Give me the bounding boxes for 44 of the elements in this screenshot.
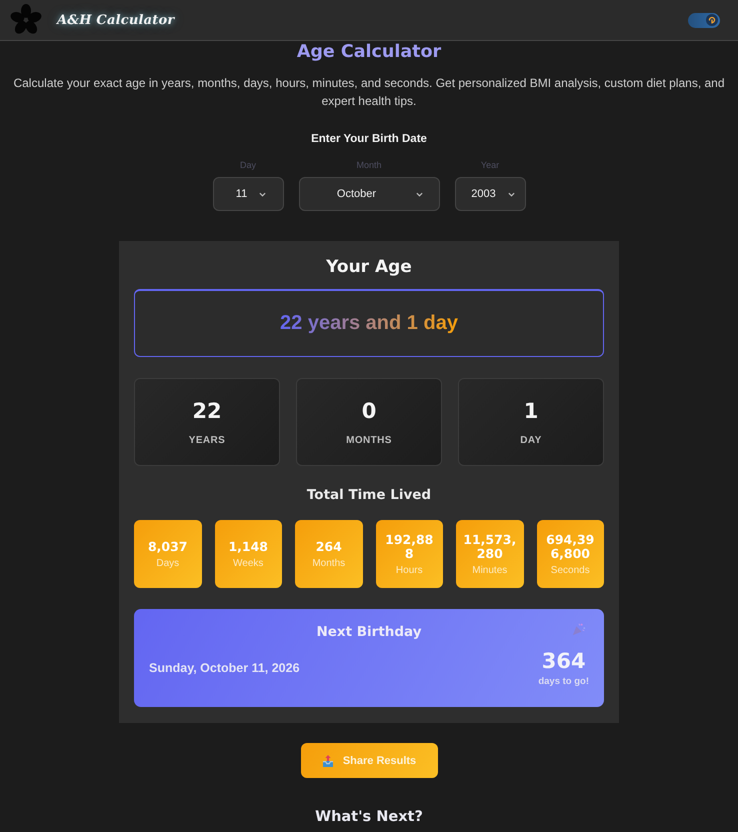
date-select[interactable]: October: [298, 177, 440, 211]
date-select[interactable]: 11: [212, 177, 284, 211]
time-stat-label: Minutes: [472, 564, 508, 576]
flower-icon: [10, 4, 42, 36]
whats-next-heading: What's Next?: [315, 808, 423, 827]
next-birthday-date: Sunday, October 11, 2026: [149, 660, 300, 674]
birth-date-heading: Enter Your Birth Date: [311, 132, 427, 147]
results-title: Your Age: [325, 256, 413, 279]
time-stat-label: Days: [156, 558, 180, 568]
date-select[interactable]: 2003: [454, 177, 526, 211]
time-stat-value: 192,888: [384, 532, 434, 560]
next-birthday-title: Next Birthday: [316, 623, 422, 642]
chevron-icon: [508, 192, 515, 196]
party-popper-icon: [572, 622, 586, 636]
outbox-tray-icon: [322, 754, 334, 766]
age-unit-value: 22: [192, 398, 222, 422]
chevron-icon: [259, 192, 266, 196]
time-stat-value: 8,037: [148, 540, 188, 554]
time-stat-label: Months: [312, 558, 346, 568]
field-label: Year: [480, 159, 500, 171]
field-label: Day: [240, 159, 256, 171]
days-remaining-caption: days to go!: [538, 676, 589, 687]
time-stat-label: Weeks: [233, 558, 264, 568]
theme-toggle[interactable]: [688, 12, 720, 28]
age-unit-label: MONTHS: [346, 434, 392, 446]
age-unit-value: 0: [362, 398, 376, 422]
field-label: Month: [356, 159, 382, 171]
page-title: Age Calculator: [296, 41, 442, 63]
toggle-knob: [706, 14, 718, 26]
time-stat-value: 11,573,280: [462, 532, 518, 560]
days-remaining-value: 364: [542, 648, 586, 674]
time-stat-value: 1,148: [228, 540, 268, 554]
total-time-heading: Total Time Lived: [306, 486, 432, 505]
time-stat-label: Hours: [396, 564, 423, 576]
age-unit-label: YEARS: [188, 434, 226, 446]
time-stat-value: 694,396,800: [545, 532, 596, 560]
age-unit-label: DAY: [520, 434, 542, 446]
time-stat-label: Seconds: [550, 564, 590, 576]
chevron-icon: [416, 192, 424, 196]
age-summary-text: 22 years and 1 day: [280, 312, 458, 335]
age-unit-value: 1: [524, 398, 538, 422]
time-stat-value: 264: [316, 540, 342, 554]
brand-logo-text[interactable]: A&H Calculator: [57, 12, 174, 28]
page-description: Calculate your exact age in years, months, days, hours, minutes, and seconds. Get personalized BMI analysis, custom diet plans, and expert health tips.: [12, 75, 726, 110]
